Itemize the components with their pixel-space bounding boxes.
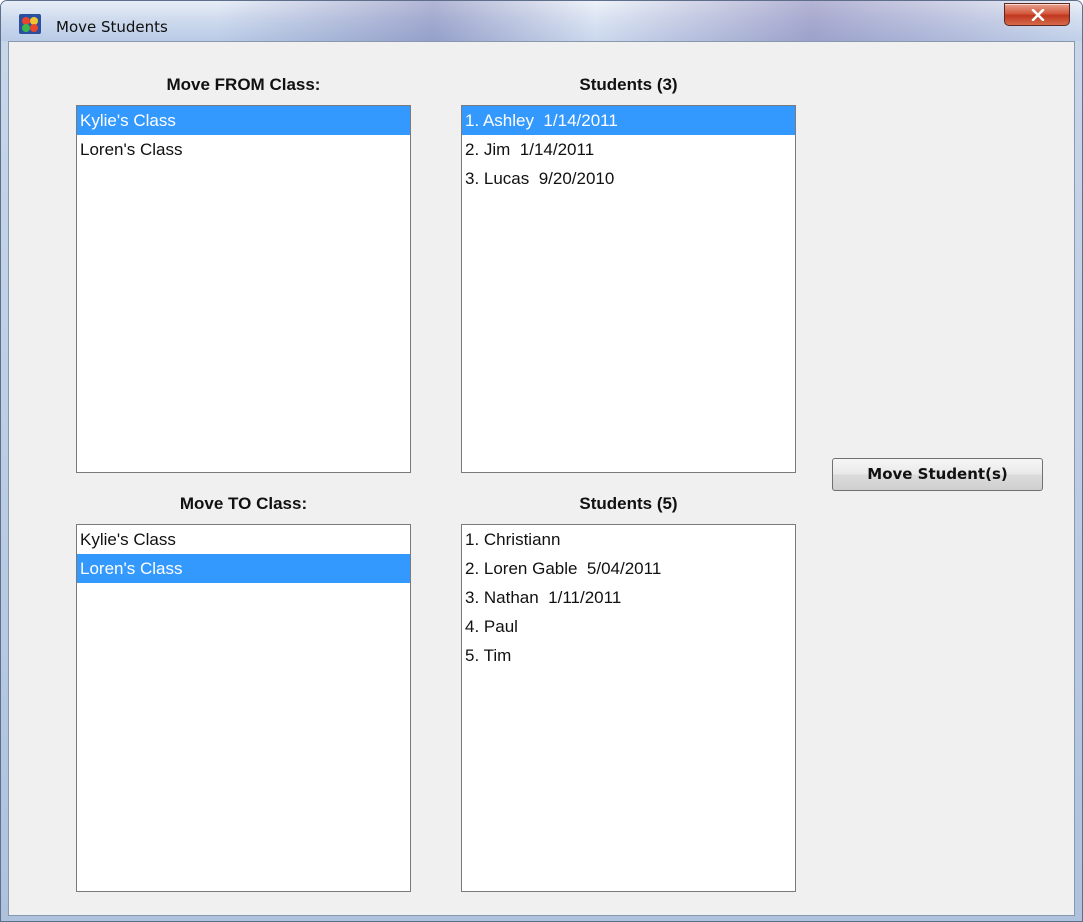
list-item[interactable]: 2. Loren Gable 5/04/2011 <box>462 554 795 583</box>
move-students-window: Move Students Move FROM Class: Kylie's C… <box>0 0 1083 922</box>
window-title: Move Students <box>56 18 168 36</box>
move-students-button[interactable]: Move Student(s) <box>832 458 1043 491</box>
title-bar[interactable]: Move Students <box>1 1 1082 41</box>
list-item[interactable]: Kylie's Class <box>77 106 410 135</box>
dialog-body: Move FROM Class: Kylie's Class Loren's Cl… <box>8 41 1075 916</box>
list-item[interactable]: 3. Nathan 1/11/2011 <box>462 583 795 612</box>
to-class-title: Move TO Class: <box>179 494 308 513</box>
list-item[interactable]: Kylie's Class <box>77 525 410 554</box>
from-class-title: Move FROM Class: <box>166 75 321 94</box>
close-icon <box>1031 9 1045 21</box>
from-students-list[interactable]: 1. Ashley 1/14/2011 2. Jim 1/14/2011 3. Lu… <box>461 105 796 473</box>
to-students-title: Students (5) <box>579 494 678 513</box>
from-class-list[interactable]: Kylie's Class Loren's Class <box>76 105 411 473</box>
list-item[interactable]: 2. Jim 1/14/2011 <box>462 135 795 164</box>
list-item[interactable]: Loren's Class <box>77 135 410 164</box>
list-item[interactable]: 4. Paul <box>462 612 795 641</box>
close-button[interactable] <box>1004 3 1070 26</box>
list-item[interactable]: 1. Christiann <box>462 525 795 554</box>
to-class-list[interactable]: Kylie's Class Loren's Class <box>76 524 411 892</box>
list-item[interactable]: 3. Lucas 9/20/2010 <box>462 164 795 193</box>
list-item[interactable]: 5. Tim <box>462 641 795 670</box>
to-students-list[interactable]: 1. Christiann 2. Loren Gable 5/04/2011 3. … <box>461 524 796 892</box>
list-item[interactable]: Loren's Class <box>77 554 410 583</box>
from-students-title: Students (3) <box>579 75 678 94</box>
list-item[interactable]: 1. Ashley 1/14/2011 <box>462 106 795 135</box>
app-icon <box>19 14 41 34</box>
